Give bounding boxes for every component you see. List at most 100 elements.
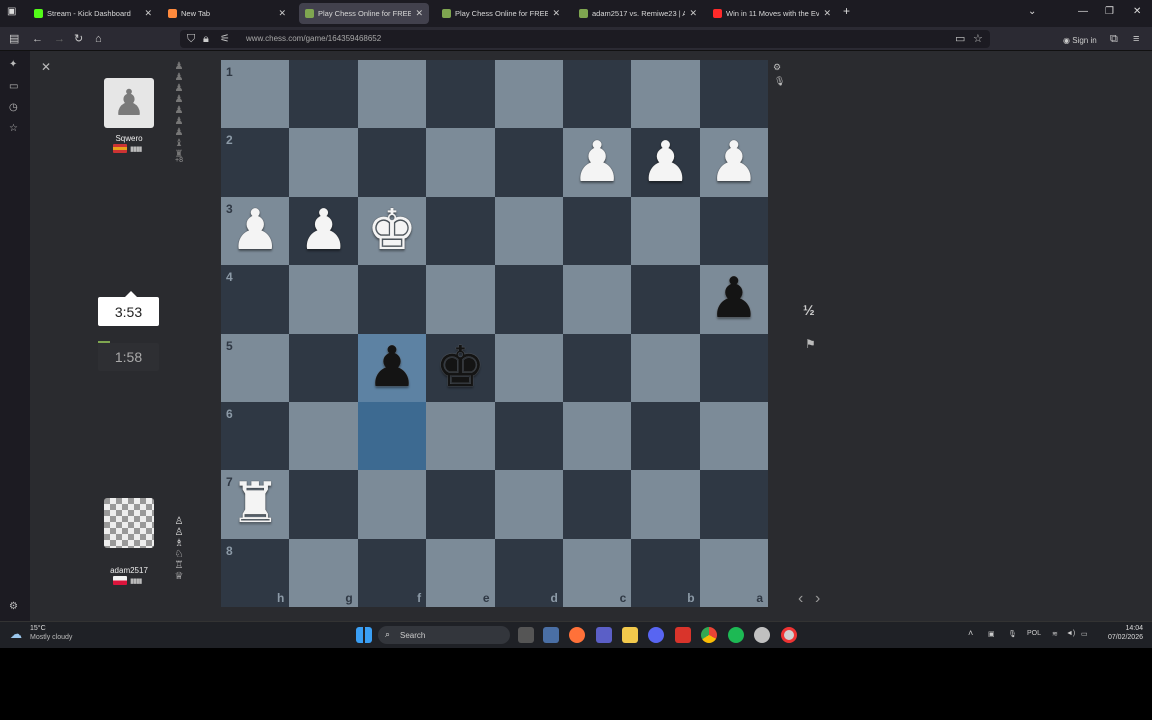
tray-overflow-icon[interactable]: ˄	[968, 628, 973, 638]
square-b2[interactable]: ♟	[631, 128, 700, 197]
square-h4[interactable]: 4	[221, 265, 290, 334]
square-e3[interactable]	[426, 196, 495, 266]
extensions-icon[interactable]: ⧉	[1110, 32, 1118, 46]
bottom-player-name[interactable]: adam2517	[94, 566, 164, 575]
square-h8[interactable]: 8h	[221, 538, 290, 607]
square-a2[interactable]: ♟	[699, 128, 768, 197]
square-d5[interactable]	[494, 333, 563, 402]
back-button[interactable]: ←	[32, 32, 43, 46]
square-a5[interactable]	[699, 333, 768, 402]
square-d3[interactable]	[494, 196, 563, 266]
browser-tab[interactable]: Stream - Kick Dashboard ✕	[28, 3, 158, 24]
firefox-icon[interactable]	[569, 627, 585, 643]
white-pawn-icon[interactable]: ♟	[700, 128, 768, 196]
discord-icon[interactable]	[648, 627, 664, 643]
permissions-icon[interactable]: ⚟	[220, 32, 230, 46]
square-c5[interactable]	[562, 333, 632, 402]
tray-mic-icon[interactable]: 🎙︎	[1008, 630, 1017, 638]
white-pawn-icon[interactable]: ♟	[563, 128, 631, 196]
square-d8[interactable]: d	[494, 538, 563, 607]
weather-desc[interactable]: Mostly cloudy	[30, 634, 72, 641]
black-pawn-icon[interactable]: ♟	[358, 334, 426, 402]
settings-app-icon[interactable]	[754, 627, 770, 643]
square-d6[interactable]	[494, 401, 563, 471]
square-f6[interactable]	[357, 401, 427, 471]
taskbar-time[interactable]: 14:04	[1105, 625, 1143, 632]
white-pawn-icon[interactable]: ♟	[289, 197, 357, 265]
square-e4[interactable]	[426, 265, 495, 334]
square-b6[interactable]	[631, 401, 700, 471]
square-h2[interactable]: 2	[221, 128, 290, 197]
square-g8[interactable]: g	[289, 538, 358, 607]
pawn-avatar-icon[interactable]: ♟	[104, 78, 154, 128]
square-f2[interactable]	[357, 128, 427, 197]
sign-in-button[interactable]: ◉ Sign in	[1063, 34, 1097, 48]
square-h3[interactable]: 3 ♟	[221, 196, 290, 266]
taskbar-search[interactable]: ⌕ Search	[378, 626, 510, 644]
app-icon[interactable]	[675, 627, 691, 643]
square-g4[interactable]	[289, 265, 358, 334]
black-king-icon[interactable]: ♚	[426, 334, 494, 402]
obs-icon[interactable]	[781, 627, 797, 643]
white-pawn-icon[interactable]: ♟	[631, 128, 699, 196]
browser-tab[interactable]: Play Chess Online for FREE ✕	[299, 3, 429, 24]
square-d1[interactable]	[494, 60, 563, 129]
browser-tab[interactable]: New Tab ✕	[162, 3, 292, 24]
square-b7[interactable]	[631, 470, 700, 539]
square-h1[interactable]: 1	[221, 60, 290, 129]
square-d2[interactable]	[494, 128, 563, 197]
bookmark-star-icon[interactable]: ☆	[973, 32, 983, 46]
checkered-avatar-icon[interactable]	[104, 498, 154, 548]
square-b3[interactable]	[631, 196, 700, 266]
square-f8[interactable]: f	[357, 538, 427, 607]
close-panel-icon[interactable]: ✕	[41, 60, 51, 74]
widgets-icon[interactable]	[543, 627, 559, 643]
taskbar-date[interactable]: 07/02/2026	[1100, 634, 1143, 641]
flag-icon[interactable]: ⚑	[805, 337, 816, 351]
teams-icon[interactable]	[596, 627, 612, 643]
square-h6[interactable]: 6	[221, 401, 290, 471]
square-a7[interactable]	[699, 470, 768, 539]
tab-list-icon[interactable]: ▣	[7, 6, 16, 17]
square-h5[interactable]: 5	[221, 333, 290, 402]
tab-close-icon[interactable]: ✕	[415, 8, 423, 19]
square-e8[interactable]: e	[426, 538, 495, 607]
black-pawn-icon[interactable]: ♟	[700, 265, 768, 333]
url-text[interactable]: www.chess.com/game/164359468652	[246, 34, 381, 43]
square-d7[interactable]	[494, 470, 563, 539]
weather-temp[interactable]: 15°C	[30, 625, 46, 632]
square-f1[interactable]	[357, 60, 427, 129]
square-f4[interactable]	[357, 265, 427, 334]
ai-chat-icon[interactable]: ✦	[9, 59, 17, 70]
square-c7[interactable]	[562, 470, 632, 539]
square-a8[interactable]: a	[699, 538, 768, 607]
tab-close-icon[interactable]: ✕	[144, 8, 152, 19]
tab-close-icon[interactable]: ✕	[823, 8, 831, 19]
microphone-icon[interactable]: 🎙︎	[774, 76, 785, 87]
chrome-icon[interactable]	[701, 627, 717, 643]
spotify-icon[interactable]	[728, 627, 744, 643]
browser-tab[interactable]: Play Chess Online for FREE ✕	[436, 3, 566, 24]
customize-icon[interactable]: ⚙	[9, 601, 18, 612]
address-bar[interactable]: ⛉ 🔒︎ ⚟ www.chess.com/game/164359468652 ▭…	[180, 30, 990, 48]
square-b5[interactable]	[631, 333, 700, 402]
square-c2[interactable]: ♟	[562, 128, 632, 197]
top-player-name[interactable]: Sqwero	[94, 134, 164, 143]
reader-view-icon[interactable]: ▭	[955, 32, 965, 46]
previous-move-button[interactable]: ‹	[798, 590, 803, 608]
square-c6[interactable]	[562, 401, 632, 471]
square-e2[interactable]	[426, 128, 495, 197]
history-icon[interactable]: ◷	[9, 102, 18, 113]
tab-close-icon[interactable]: ✕	[278, 8, 286, 19]
bookmarks-icon[interactable]: ☆	[9, 123, 18, 134]
language-indicator[interactable]: POL	[1027, 630, 1041, 637]
tab-close-icon[interactable]: ✕	[552, 8, 560, 19]
menu-icon[interactable]: ≡	[1133, 32, 1139, 46]
browser-tab[interactable]: adam2517 vs. Remiwe23 | Anal✕	[573, 3, 703, 24]
square-a3[interactable]	[699, 196, 768, 266]
square-g7[interactable]	[289, 470, 358, 539]
next-move-button[interactable]: ›	[815, 590, 820, 608]
square-f7[interactable]	[357, 470, 427, 539]
browser-tab[interactable]: Win in 11 Moves with the Evans✕	[707, 3, 837, 24]
file-explorer-icon[interactable]	[622, 627, 638, 643]
